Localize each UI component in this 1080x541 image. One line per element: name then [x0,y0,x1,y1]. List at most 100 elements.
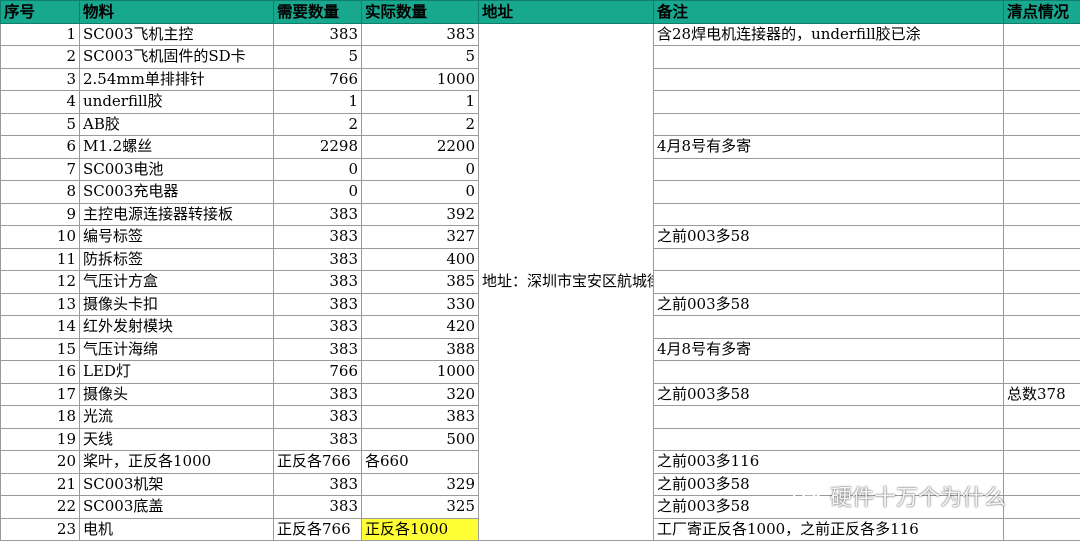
cell-item[interactable]: SC003电池 [79,157,274,181]
cell-need[interactable]: 383 [273,22,362,46]
cell-address[interactable]: 地址：深圳市宝安区航城街道簕竹角雍启科技园D栋4楼，博科视讯/程秀国收13510… [478,22,654,541]
cell-note[interactable] [653,405,1004,429]
cell-item[interactable]: underfill胶 [79,90,274,114]
cell-actual[interactable]: 325 [361,495,479,519]
cell-item[interactable]: 2.54mm单排排针 [79,67,274,91]
cell-note[interactable] [653,45,1004,69]
cell-check[interactable] [1003,157,1080,181]
cell-no[interactable]: 9 [0,202,80,226]
cell-need[interactable]: 2 [273,112,362,136]
cell-actual[interactable]: 383 [361,405,479,429]
cell-no[interactable]: 23 [0,517,80,541]
cell-item[interactable]: 气压计海绵 [79,337,274,361]
cell-need[interactable]: 383 [273,225,362,249]
cell-need[interactable]: 766 [273,360,362,384]
cell-no[interactable]: 17 [0,382,80,406]
cell-item[interactable]: SC003充电器 [79,180,274,204]
cell-no[interactable]: 11 [0,247,80,271]
cell-check[interactable] [1003,225,1080,249]
cell-need[interactable]: 383 [273,292,362,316]
cell-check[interactable] [1003,337,1080,361]
cell-no[interactable]: 3 [0,67,80,91]
cell-check[interactable] [1003,67,1080,91]
cell-note[interactable]: 之前003多116 [653,450,1004,474]
cell-item[interactable]: 桨叶，正反各1000 [79,450,274,474]
cell-check[interactable] [1003,45,1080,69]
cell-note[interactable] [653,360,1004,384]
cell-no[interactable]: 7 [0,157,80,181]
cell-item[interactable]: LED灯 [79,360,274,384]
cell-item[interactable]: 摄像头卡扣 [79,292,274,316]
cell-need[interactable]: 383 [273,495,362,519]
cell-actual[interactable]: 420 [361,315,479,339]
cell-need[interactable]: 383 [273,405,362,429]
cell-check[interactable] [1003,360,1080,384]
cell-item[interactable]: M1.2螺丝 [79,135,274,159]
cell-need[interactable]: 383 [273,337,362,361]
cell-actual[interactable]: 385 [361,270,479,294]
cell-note[interactable] [653,180,1004,204]
cell-need[interactable]: 正反各766 [273,450,362,474]
cell-actual[interactable]: 0 [361,180,479,204]
header-actual[interactable]: 实际数量 [361,0,479,24]
cell-check[interactable] [1003,427,1080,451]
cell-check[interactable] [1003,315,1080,339]
cell-item[interactable]: SC003底盖 [79,495,274,519]
cell-item[interactable]: 摄像头 [79,382,274,406]
cell-note[interactable] [653,112,1004,136]
cell-no[interactable]: 4 [0,90,80,114]
header-need[interactable]: 需要数量 [273,0,362,24]
cell-actual[interactable]: 2 [361,112,479,136]
cell-no[interactable]: 21 [0,472,80,496]
header-no[interactable]: 序号 [0,0,80,24]
cell-note[interactable] [653,90,1004,114]
cell-check[interactable] [1003,517,1080,541]
cell-actual[interactable]: 388 [361,337,479,361]
cell-item[interactable]: SC003机架 [79,472,274,496]
cell-check[interactable] [1003,135,1080,159]
cell-no[interactable]: 16 [0,360,80,384]
cell-item[interactable]: 电机 [79,517,274,541]
cell-item[interactable]: 编号标签 [79,225,274,249]
cell-note[interactable]: 工厂寄正反各1000，之前正反各多116 [653,517,1004,541]
cell-note[interactable] [653,202,1004,226]
cell-no[interactable]: 13 [0,292,80,316]
cell-need[interactable]: 383 [273,382,362,406]
cell-need[interactable]: 383 [273,247,362,271]
cell-need[interactable]: 383 [273,270,362,294]
cell-item[interactable]: 气压计方盒 [79,270,274,294]
cell-no[interactable]: 14 [0,315,80,339]
cell-check[interactable] [1003,292,1080,316]
cell-no[interactable]: 2 [0,45,80,69]
cell-check[interactable] [1003,22,1080,46]
cell-actual[interactable]: 383 [361,22,479,46]
cell-no[interactable]: 10 [0,225,80,249]
cell-note[interactable]: 之前003多58 [653,225,1004,249]
cell-note[interactable]: 含28焊电机连接器的，underfill胶已涂 [653,22,1004,46]
cell-note[interactable] [653,427,1004,451]
cell-actual[interactable]: 各660 [361,450,479,474]
cell-actual[interactable]: 400 [361,247,479,271]
cell-actual[interactable]: 500 [361,427,479,451]
header-note[interactable]: 备注 [653,0,1004,24]
cell-need[interactable]: 383 [273,472,362,496]
cell-note[interactable]: 4月8号有多寄 [653,337,1004,361]
cell-actual[interactable]: 5 [361,45,479,69]
cell-note[interactable]: 之前003多58 [653,292,1004,316]
cell-need[interactable]: 1 [273,90,362,114]
cell-no[interactable]: 5 [0,112,80,136]
cell-check[interactable] [1003,472,1080,496]
cell-actual[interactable]: 1000 [361,67,479,91]
cell-item[interactable]: 主控电源连接器转接板 [79,202,274,226]
cell-actual[interactable]: 正反各1000 [361,517,479,541]
cell-item[interactable]: AB胶 [79,112,274,136]
cell-need[interactable]: 0 [273,157,362,181]
cell-note[interactable] [653,315,1004,339]
header-check[interactable]: 清点情况 [1003,0,1080,24]
cell-check[interactable] [1003,180,1080,204]
cell-actual[interactable]: 392 [361,202,479,226]
cell-no[interactable]: 12 [0,270,80,294]
cell-no[interactable]: 19 [0,427,80,451]
header-item[interactable]: 物料 [79,0,274,24]
cell-need[interactable]: 766 [273,67,362,91]
